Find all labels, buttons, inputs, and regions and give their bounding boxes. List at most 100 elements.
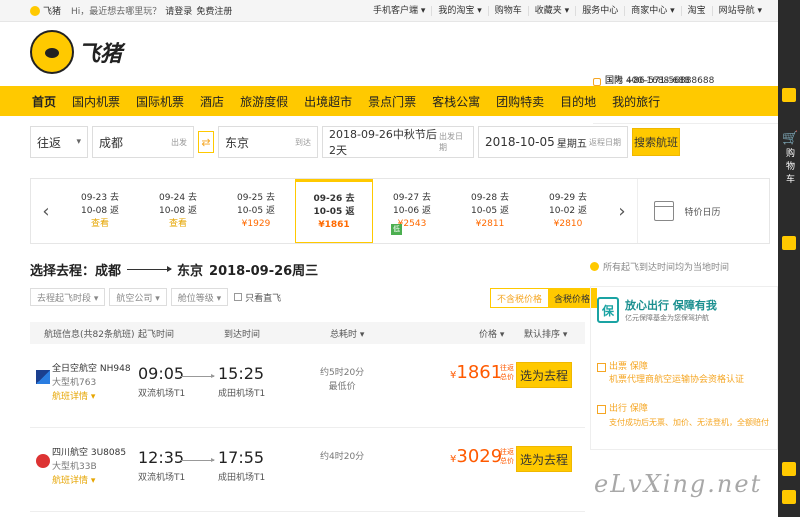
rail-app[interactable] (778, 490, 800, 504)
shield-icon: 保 (597, 297, 619, 323)
logo[interactable]: 飞猪 (30, 30, 122, 74)
nav-item-2[interactable]: 国际机票 (128, 93, 192, 110)
top-link-6[interactable]: 淘宝 (680, 6, 712, 16)
top-link-0[interactable]: 手机客户端 ▾ (367, 6, 431, 16)
chevron-right-icon[interactable]: › (607, 179, 637, 243)
to-city-input[interactable]: 东京 到达 (218, 126, 318, 158)
price-value: 3029 (456, 446, 503, 467)
date-option-0[interactable]: 09-23 去 10-08 返查看 (61, 179, 139, 243)
rail-service[interactable] (778, 462, 800, 476)
arrive-airport: 成田机场T1 (218, 389, 266, 399)
airline-name: 四川航空 3U8085 (52, 448, 127, 458)
date-price: ¥1861 (318, 219, 350, 230)
date-back: 10-08 返 (158, 205, 197, 216)
date-option-3[interactable]: 09-26 去 10-05 返 ¥1861 (295, 179, 373, 243)
date-option-6[interactable]: 09-29 去 10-02 返 ¥2810 (529, 179, 607, 243)
nav-item-8[interactable]: 团购特卖 (488, 93, 552, 110)
date-go: 09-26 去 (313, 193, 355, 204)
fare-calendar-button[interactable]: 特价日历 (637, 179, 737, 243)
depart-time-filter[interactable]: 去程起飞时段 ▾ (30, 288, 106, 306)
register-link[interactable]: 免费注册 (196, 7, 232, 17)
trip-type-select[interactable]: 往返 ▾ (30, 126, 88, 158)
rail-user[interactable] (778, 236, 800, 250)
flight-detail-link[interactable]: 航班详情 ▾ (52, 390, 131, 404)
depart-date-input[interactable]: 2018-09-26中秋节后2天 出发日期 (322, 126, 474, 158)
top-link-7[interactable]: 网站导航 ▾ (711, 6, 768, 16)
guarantee-card: 保放心出行 保障有我 亿元保障基金为您保驾护航 出票 保障 机票代理商航空运输协会资… (590, 286, 778, 450)
nav-item-7[interactable]: 客栈公寓 (424, 93, 488, 110)
login-link[interactable]: 请登录 (165, 7, 192, 17)
date-option-2[interactable]: 09-25 去 10-05 返 ¥1929 (217, 179, 295, 243)
ticket-icon (782, 88, 796, 102)
nav-item-6[interactable]: 景点门票 (360, 93, 424, 110)
depart-airport: 双流机场T1 (138, 473, 186, 483)
plane-type: 大型机763 (52, 378, 97, 388)
nav-item-5[interactable]: 出境超市 (296, 93, 360, 110)
rail-promo[interactable] (778, 88, 800, 102)
date-go: 09-25 去 (236, 192, 275, 203)
col-sort[interactable]: 默认排序 ▾ (524, 327, 567, 340)
price-note: 往返总价 (500, 448, 514, 465)
phone-icon (782, 490, 796, 504)
time-note: 所有起飞到达时间均为当地时间 (590, 260, 778, 273)
date-price: ¥1929 (241, 218, 271, 229)
top-link-4[interactable]: 服务中心 (575, 6, 624, 16)
search-flights-button[interactable]: 搜索航班 (632, 128, 680, 156)
nav-item-3[interactable]: 酒店 (192, 93, 232, 110)
date-option-4[interactable]: 09-27 去 10-06 返 ¥2543 低 (373, 179, 451, 243)
top-link-5[interactable]: 商家中心 ▾ (624, 6, 680, 16)
depart-airport: 双流机场T1 (138, 389, 186, 399)
date-price: ¥2811 (475, 218, 505, 229)
flight-row: 全日空航空 NH948 大型机763 航班详情 ▾ 09:05 双流机场T1 15:25 成… (30, 344, 585, 428)
pig-logo-icon (30, 30, 74, 74)
rail-cart[interactable]: 🛒 购物车 (778, 132, 800, 188)
top-link-2[interactable]: 购物车 (487, 6, 528, 16)
arrow-right-icon (127, 266, 173, 272)
date-back: 10-05 返 (236, 205, 275, 216)
duration: 约4时20分 (320, 450, 364, 464)
date-go: 09-27 去 (392, 192, 431, 203)
date-option-1[interactable]: 09-24 去 10-08 返查看 (139, 179, 217, 243)
date-back: 10-05 返 (470, 205, 509, 216)
nav-item-0[interactable]: 首页 (24, 93, 64, 110)
date-back: 10-02 返 (548, 205, 587, 216)
top-link-3[interactable]: 收藏夹 ▾ (527, 6, 575, 16)
airline-filter[interactable]: 航空公司 ▾ (109, 288, 167, 306)
info-icon (590, 262, 599, 271)
nav-item-10[interactable]: 我的旅行 (604, 93, 668, 110)
select-outbound-button[interactable]: 选为去程 (516, 362, 572, 388)
col-duration[interactable]: 总耗时 ▾ (330, 327, 364, 340)
return-date-input[interactable]: 2018-10-05 星期五 返程日期 (478, 126, 628, 158)
col-flight-info: 航班信息(共82条航班) (44, 329, 135, 340)
duration-value: 约5时20分 (320, 368, 365, 378)
col-price[interactable]: 价格 ▾ (479, 327, 504, 340)
top-link-1[interactable]: 我的淘宝 ▾ (431, 6, 487, 16)
topbar-brand[interactable]: 飞猪 (30, 4, 61, 17)
nav-item-1[interactable]: 国内机票 (64, 93, 128, 110)
swap-cities-icon[interactable]: ⇄ (198, 131, 214, 153)
cabin-filter[interactable]: 舱位等级 ▾ (170, 288, 229, 306)
flight-arrow-icon (180, 374, 215, 378)
checkbox-icon (234, 293, 243, 301)
date-option-5[interactable]: 09-28 去 10-05 返 ¥2811 (451, 179, 529, 243)
chevron-left-icon[interactable]: ‹ (31, 179, 61, 243)
price-value: 1861 (456, 362, 503, 383)
select-outbound-button[interactable]: 选为去程 (516, 446, 572, 472)
depart-time: 12:35 (138, 448, 185, 467)
filters: 去程起飞时段 ▾ 航空公司 ▾ 舱位等级 ▾ 只看直飞 (30, 288, 281, 306)
nav-item-9[interactable]: 目的地 (552, 93, 604, 110)
date-go: 09-23 去 (80, 192, 119, 203)
duration: 约5时20分 最低价 (320, 366, 364, 394)
no-tax-price-tab[interactable]: 不含税价格 (491, 289, 548, 307)
price-note: 往返总价 (500, 364, 514, 381)
date-price: ¥2810 (553, 218, 583, 229)
flight-detail-link[interactable]: 航班详情 ▾ (52, 474, 126, 488)
col-arrive: 到达时间 (224, 329, 261, 340)
with-tax-price-tab[interactable]: 含税价格 (548, 289, 597, 307)
from-city-input[interactable]: 成都 出发 (92, 126, 194, 158)
depart-time: 09:05 (138, 364, 185, 383)
nav-item-4[interactable]: 旅游度假 (232, 93, 296, 110)
airline-logo-icon (36, 454, 50, 468)
ticket-icon (597, 363, 606, 372)
direct-only-checkbox[interactable]: 只看直飞 (234, 291, 281, 304)
